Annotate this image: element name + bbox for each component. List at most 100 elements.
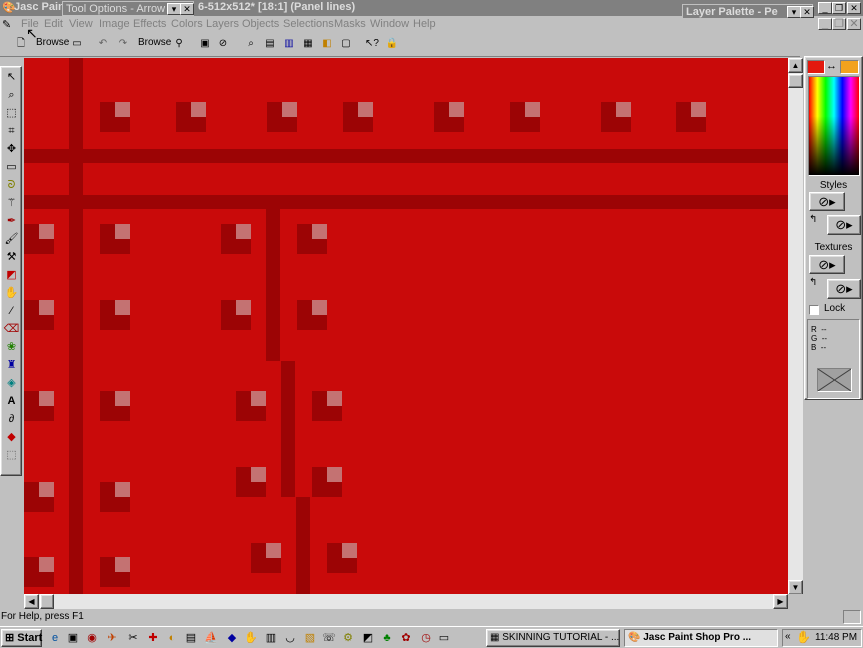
color-replacer-tool-icon[interactable]: ◩ (3, 267, 20, 284)
undo-icon[interactable]: ↶ (94, 36, 112, 53)
layer-palette-menu-button[interactable]: ▾ (787, 6, 801, 18)
scroll-down-button[interactable]: ▼ (788, 580, 803, 595)
background-style-button[interactable]: ⊘▸ (827, 215, 861, 235)
layer-palette-close-button[interactable]: ✕ (800, 6, 814, 18)
scroll-left-button[interactable]: ◀ (24, 594, 39, 609)
color-picker-spectrum[interactable] (808, 76, 860, 176)
preset-shapes-tool-icon[interactable]: ◆ (3, 429, 20, 446)
quick-launch-ie-icon[interactable]: e (47, 630, 63, 646)
swap-styles-icon[interactable]: ↰ (809, 214, 817, 225)
magic-wand-tool-icon[interactable]: ⚚ (3, 195, 20, 212)
quick-launch-icon-12[interactable]: ◡ (282, 630, 298, 646)
freehand-tool-icon[interactable]: ᘐ (3, 177, 20, 194)
task-skinning-tutorial[interactable]: ▦ SKINNING TUTORIAL - ... (486, 629, 620, 647)
foreground-swatch[interactable] (807, 60, 825, 74)
help-pointer-icon[interactable]: ↖? (363, 36, 381, 53)
overview-icon[interactable]: ▢ (337, 36, 355, 53)
vertical-scroll-thumb[interactable] (788, 74, 803, 88)
menu-objects[interactable]: Objects (242, 18, 279, 30)
quick-launch-icon-13[interactable]: ▧ (302, 630, 318, 646)
text-tool-icon[interactable]: A (3, 393, 20, 410)
airbrush-tool-icon[interactable]: ♜ (3, 357, 20, 374)
browse-label[interactable]: Browse (138, 37, 171, 48)
crop-tool-icon[interactable]: ⌗ (3, 123, 20, 140)
menu-edit[interactable]: Edit (44, 18, 63, 30)
histogram-icon[interactable]: ▦ (299, 36, 317, 53)
open-icon[interactable]: ▭ (68, 36, 86, 53)
browse-button-label[interactable]: Browse (36, 37, 69, 48)
toolbar-palette-icon[interactable]: ▤ (261, 36, 279, 53)
foreground-style-button[interactable]: ⊘▸ (809, 192, 845, 211)
quick-launch-icon-5[interactable]: ✚ (145, 630, 161, 646)
scroll-right-button[interactable]: ▶ (773, 594, 788, 609)
quick-launch-icon-15[interactable]: ⚙ (340, 630, 356, 646)
quick-launch-icon-18[interactable]: ✿ (398, 630, 414, 646)
quick-launch-icon-3[interactable]: ✈ (104, 630, 120, 646)
arrow-tool-icon[interactable]: ↖ (3, 69, 20, 86)
clone-brush-tool-icon[interactable]: ⚒ (3, 249, 20, 266)
tool-options-close-button[interactable]: ✕ (180, 3, 194, 15)
color-palette-icon[interactable]: ▥ (280, 36, 298, 53)
doc-restore-button[interactable]: ❐ (832, 18, 846, 30)
paint-brush-tool-icon[interactable]: 🖌 (3, 231, 20, 248)
redo-icon[interactable]: ↷ (114, 36, 132, 53)
picture-tube-tool-icon[interactable]: ❀ (3, 339, 20, 356)
lock-checkbox[interactable] (809, 305, 819, 315)
deformation-tool-icon[interactable]: ⬚ (3, 105, 20, 122)
flood-fill-tool-icon[interactable]: ◈ (3, 375, 20, 392)
minimize-button[interactable]: _ (818, 2, 832, 14)
tray-arrows-icon[interactable]: « (785, 631, 791, 642)
zoom-icon[interactable]: ⌕ (242, 36, 260, 53)
maximize-button[interactable]: ❐ (832, 2, 846, 14)
doc-close-button[interactable]: ✕ (847, 18, 861, 30)
close-button[interactable]: ✕ (847, 2, 861, 14)
quick-launch-icon-11[interactable]: ▥ (263, 630, 279, 646)
monitor-icon[interactable]: ▣ (196, 36, 214, 53)
start-button[interactable]: ⊞ Start (1, 629, 42, 647)
quick-launch-icon-7[interactable]: ▤ (183, 630, 199, 646)
tool-options-window[interactable]: Tool Options - Arrow ▾ ✕ (62, 1, 194, 16)
menu-window[interactable]: Window (370, 18, 409, 30)
mover-tool-icon[interactable]: ✥ (3, 141, 20, 158)
foreground-texture-button[interactable]: ⊘▸ (809, 255, 845, 274)
quick-launch-icon-20[interactable]: ▭ (436, 630, 452, 646)
quick-launch-icon-10[interactable]: ✋ (243, 630, 259, 646)
task-paint-shop-pro[interactable]: 🎨 Jasc Paint Shop Pro ... (624, 629, 778, 647)
menu-masks[interactable]: Masks (334, 18, 366, 30)
lock-icon[interactable]: 🔒 (383, 36, 401, 53)
quick-launch-icon-19[interactable]: ◷ (418, 630, 434, 646)
menu-view[interactable]: View (69, 18, 93, 30)
swap-colors-icon[interactable]: ↔ (826, 60, 837, 72)
quick-launch-icon-1[interactable]: ▣ (65, 630, 81, 646)
tray-hand-icon[interactable]: ✋ (796, 630, 811, 644)
menu-layers[interactable]: Layers (206, 18, 239, 30)
horizontal-scrollbar[interactable]: ◀ ▶ (24, 594, 788, 609)
layers-icon[interactable]: ◧ (318, 36, 336, 53)
object-selector-tool-icon[interactable]: ⬚ (3, 447, 20, 464)
eyedropper-icon[interactable]: ⚲ (170, 36, 188, 53)
menu-image[interactable]: Image (99, 18, 130, 30)
quick-launch-icon-8[interactable]: ⛵ (203, 630, 219, 646)
quick-launch-icon-14[interactable]: ☏ (321, 630, 337, 646)
menu-help[interactable]: Help (413, 18, 436, 30)
tool-options-menu-button[interactable]: ▾ (167, 3, 181, 15)
vertical-scrollbar[interactable]: ▲ ▼ (788, 58, 803, 595)
draw-tool-icon[interactable]: ∂ (3, 411, 20, 428)
background-texture-button[interactable]: ⊘▸ (827, 279, 861, 299)
selection-tool-icon[interactable]: ▭ (3, 159, 20, 176)
quick-launch-icon-4[interactable]: ✂ (125, 630, 141, 646)
doc-minimize-button[interactable]: _ (818, 18, 832, 30)
quick-launch-icon-6[interactable]: ◐ (164, 630, 180, 646)
retouch-tool-icon[interactable]: ✋ (3, 285, 20, 302)
scroll-up-button[interactable]: ▲ (788, 58, 803, 73)
quick-launch-icon-17[interactable]: ♣ (379, 630, 395, 646)
image-canvas[interactable] (24, 58, 788, 594)
quick-launch-icon-9[interactable]: ◆ (224, 630, 240, 646)
swap-textures-icon[interactable]: ↰ (809, 277, 817, 288)
background-swatch[interactable] (840, 60, 859, 74)
no-icon[interactable]: ⊘ (214, 36, 232, 53)
menu-selections[interactable]: Selections (283, 18, 334, 30)
horizontal-scroll-thumb[interactable] (40, 594, 54, 609)
quick-launch-icon-2[interactable]: ◉ (84, 630, 100, 646)
quick-launch-icon-16[interactable]: ◩ (360, 630, 376, 646)
